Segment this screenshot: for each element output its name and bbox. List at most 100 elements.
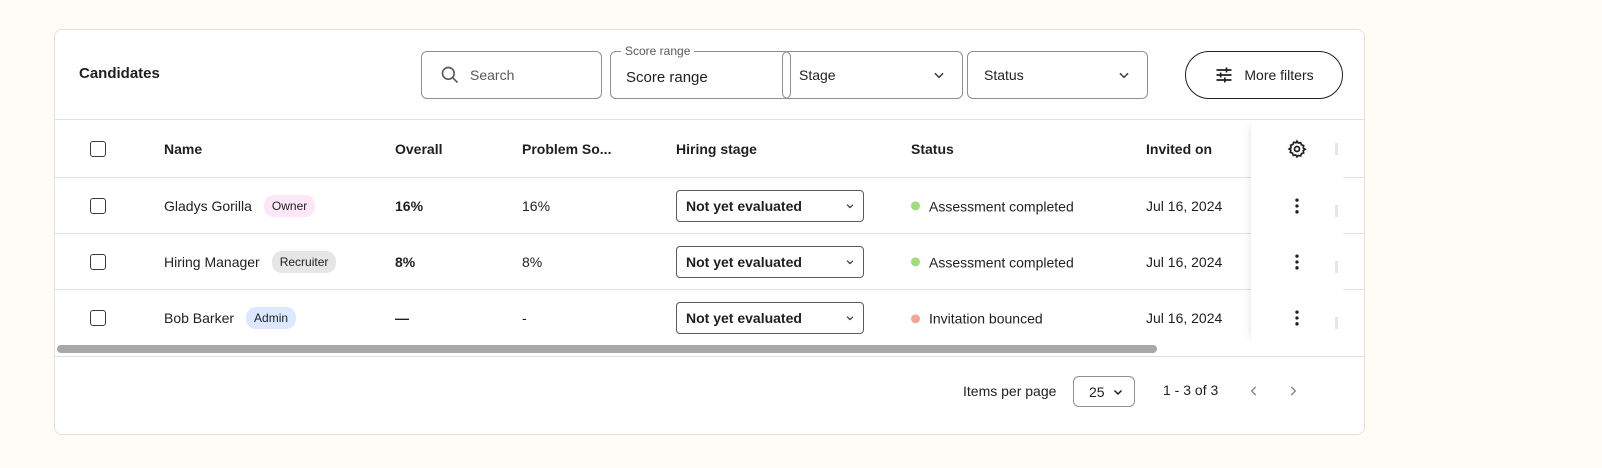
- score-range-label: Score range: [621, 44, 695, 58]
- chevron-down-icon: [846, 316, 854, 321]
- page-title: Candidates: [79, 65, 160, 82]
- hiring-stage-value: Not yet evaluated: [686, 197, 802, 214]
- status-text: Assessment completed: [929, 198, 1074, 215]
- more-vertical-icon[interactable]: [1287, 196, 1307, 216]
- problem-solving-score: 8%: [522, 253, 543, 270]
- chevron-right-icon: [1290, 386, 1297, 396]
- hiring-stage-cell: Not yet evaluated: [676, 302, 864, 334]
- problem-solving-score: 16%: [522, 197, 551, 214]
- card-header: Candidates Score range Score range Stage…: [55, 30, 1364, 120]
- column-header-hiring-stage[interactable]: Hiring stage: [676, 141, 757, 157]
- candidate-name-cell: Hiring Manager Recruiter: [164, 250, 337, 273]
- column-header-name[interactable]: Name: [164, 141, 202, 157]
- column-header-problem-solving[interactable]: Problem So...: [522, 141, 611, 157]
- overflow-mark: [1335, 143, 1338, 155]
- invited-on-date: Jul 16, 2024: [1146, 310, 1223, 326]
- status-text: Invitation bounced: [929, 310, 1043, 327]
- items-per-page-value: 25: [1089, 383, 1105, 400]
- status-filter-select[interactable]: Status: [967, 51, 1148, 99]
- overflow-column-edge: [1335, 120, 1355, 344]
- role-badge: Recruiter: [271, 250, 337, 273]
- status-dot: [911, 314, 920, 324]
- overall-score: 16%: [395, 197, 424, 214]
- status-text: Assessment completed: [929, 254, 1074, 271]
- select-all-checkbox[interactable]: [90, 140, 106, 157]
- hiring-stage-select[interactable]: Not yet evaluated: [676, 245, 864, 278]
- score-range-value: Score range: [626, 69, 708, 86]
- items-per-page-select[interactable]: 25: [1073, 376, 1135, 407]
- previous-page-button[interactable]: [1244, 381, 1264, 401]
- overflow-mark: [1335, 205, 1338, 217]
- role-badge: Admin: [246, 307, 297, 329]
- more-filters-label: More filters: [1244, 67, 1314, 83]
- chevron-down-icon: [934, 72, 944, 79]
- score-range-field[interactable]: Score range Score range: [610, 44, 791, 99]
- hiring-stage-select[interactable]: Not yet evaluated: [676, 302, 864, 334]
- chevron-down-icon: [1119, 72, 1129, 79]
- row-actions-cell: [1251, 234, 1343, 290]
- column-header-status[interactable]: Status: [911, 141, 954, 157]
- overflow-mark: [1335, 261, 1338, 273]
- candidate-name[interactable]: Bob Barker: [164, 310, 234, 326]
- candidate-name-cell: Bob Barker Admin: [164, 307, 297, 329]
- row-select-cell: [90, 253, 106, 270]
- sliders-icon: [1216, 67, 1232, 83]
- gear-icon[interactable]: [1287, 139, 1307, 159]
- row-select-cell: [90, 197, 106, 214]
- invited-on-date: Jul 16, 2024: [1146, 197, 1223, 214]
- chevron-down-icon: [846, 259, 854, 264]
- problem-solving-score: -: [522, 310, 527, 326]
- row-actions-cell: [1251, 178, 1343, 234]
- hiring-stage-value: Not yet evaluated: [686, 310, 802, 326]
- column-settings-cell: [1251, 120, 1343, 178]
- table-row: Hiring Manager Recruiter 8% 8% Not yet ev…: [55, 234, 1364, 290]
- hiring-stage-select[interactable]: Not yet evaluated: [676, 189, 864, 222]
- items-per-page-label: Items per page: [963, 383, 1057, 399]
- pagination-range: 1 - 3 of 3: [1163, 382, 1219, 398]
- search-icon: [441, 66, 459, 84]
- column-header-overall[interactable]: Overall: [395, 141, 442, 157]
- overall-score: 8%: [395, 253, 416, 270]
- table-row: Bob Barker Admin — - Not yet evaluated In…: [55, 290, 1364, 346]
- hiring-stage-cell: Not yet evaluated: [676, 189, 864, 222]
- status-dot: [911, 257, 920, 267]
- row-checkbox[interactable]: [90, 197, 106, 214]
- more-filters-button[interactable]: More filters: [1185, 51, 1343, 99]
- invited-on-date: Jul 16, 2024: [1146, 253, 1223, 270]
- table-header-row: Name Overall Problem So... Hiring stage …: [55, 120, 1364, 178]
- column-header-invited-on[interactable]: Invited on: [1146, 141, 1212, 157]
- candidate-name-cell: Gladys Gorilla Owner: [164, 194, 316, 217]
- candidate-name[interactable]: Gladys Gorilla: [164, 198, 252, 214]
- stage-filter-select[interactable]: Stage: [782, 51, 963, 99]
- stage-filter-label: Stage: [799, 67, 836, 83]
- row-checkbox[interactable]: [90, 253, 106, 270]
- chevron-down-icon: [846, 203, 854, 208]
- table-row: Gladys Gorilla Owner 16% 16% Not yet eval…: [55, 178, 1364, 234]
- select-all-cell: [90, 140, 106, 157]
- scrollbar-thumb[interactable]: [57, 345, 1157, 353]
- candidates-table: Name Overall Problem So... Hiring stage …: [55, 120, 1364, 356]
- next-page-button[interactable]: [1283, 381, 1303, 401]
- overflow-mark: [1335, 317, 1338, 329]
- row-actions-cell: [1251, 290, 1343, 346]
- status-cell: Invitation bounced: [911, 309, 1043, 327]
- more-vertical-icon[interactable]: [1287, 308, 1307, 328]
- more-vertical-icon[interactable]: [1287, 252, 1307, 272]
- status-cell: Assessment completed: [911, 253, 1074, 270]
- chevron-down-icon: [1113, 389, 1123, 395]
- hiring-stage-value: Not yet evaluated: [686, 253, 802, 270]
- role-badge: Owner: [263, 194, 316, 217]
- candidate-name[interactable]: Hiring Manager: [164, 254, 260, 270]
- status-dot: [911, 201, 920, 211]
- search-field[interactable]: [421, 51, 602, 99]
- overall-score: —: [395, 310, 409, 326]
- hiring-stage-cell: Not yet evaluated: [676, 245, 864, 278]
- candidates-card: Candidates Score range Score range Stage…: [54, 29, 1365, 435]
- status-filter-label: Status: [984, 67, 1024, 83]
- chevron-left-icon: [1250, 386, 1257, 396]
- actions-column: [1251, 120, 1343, 344]
- search-input[interactable]: [470, 67, 590, 83]
- pagination-footer: Items per page 25 1 - 3 of 3: [55, 356, 1364, 434]
- row-checkbox[interactable]: [90, 310, 106, 326]
- row-select-cell: [90, 310, 106, 326]
